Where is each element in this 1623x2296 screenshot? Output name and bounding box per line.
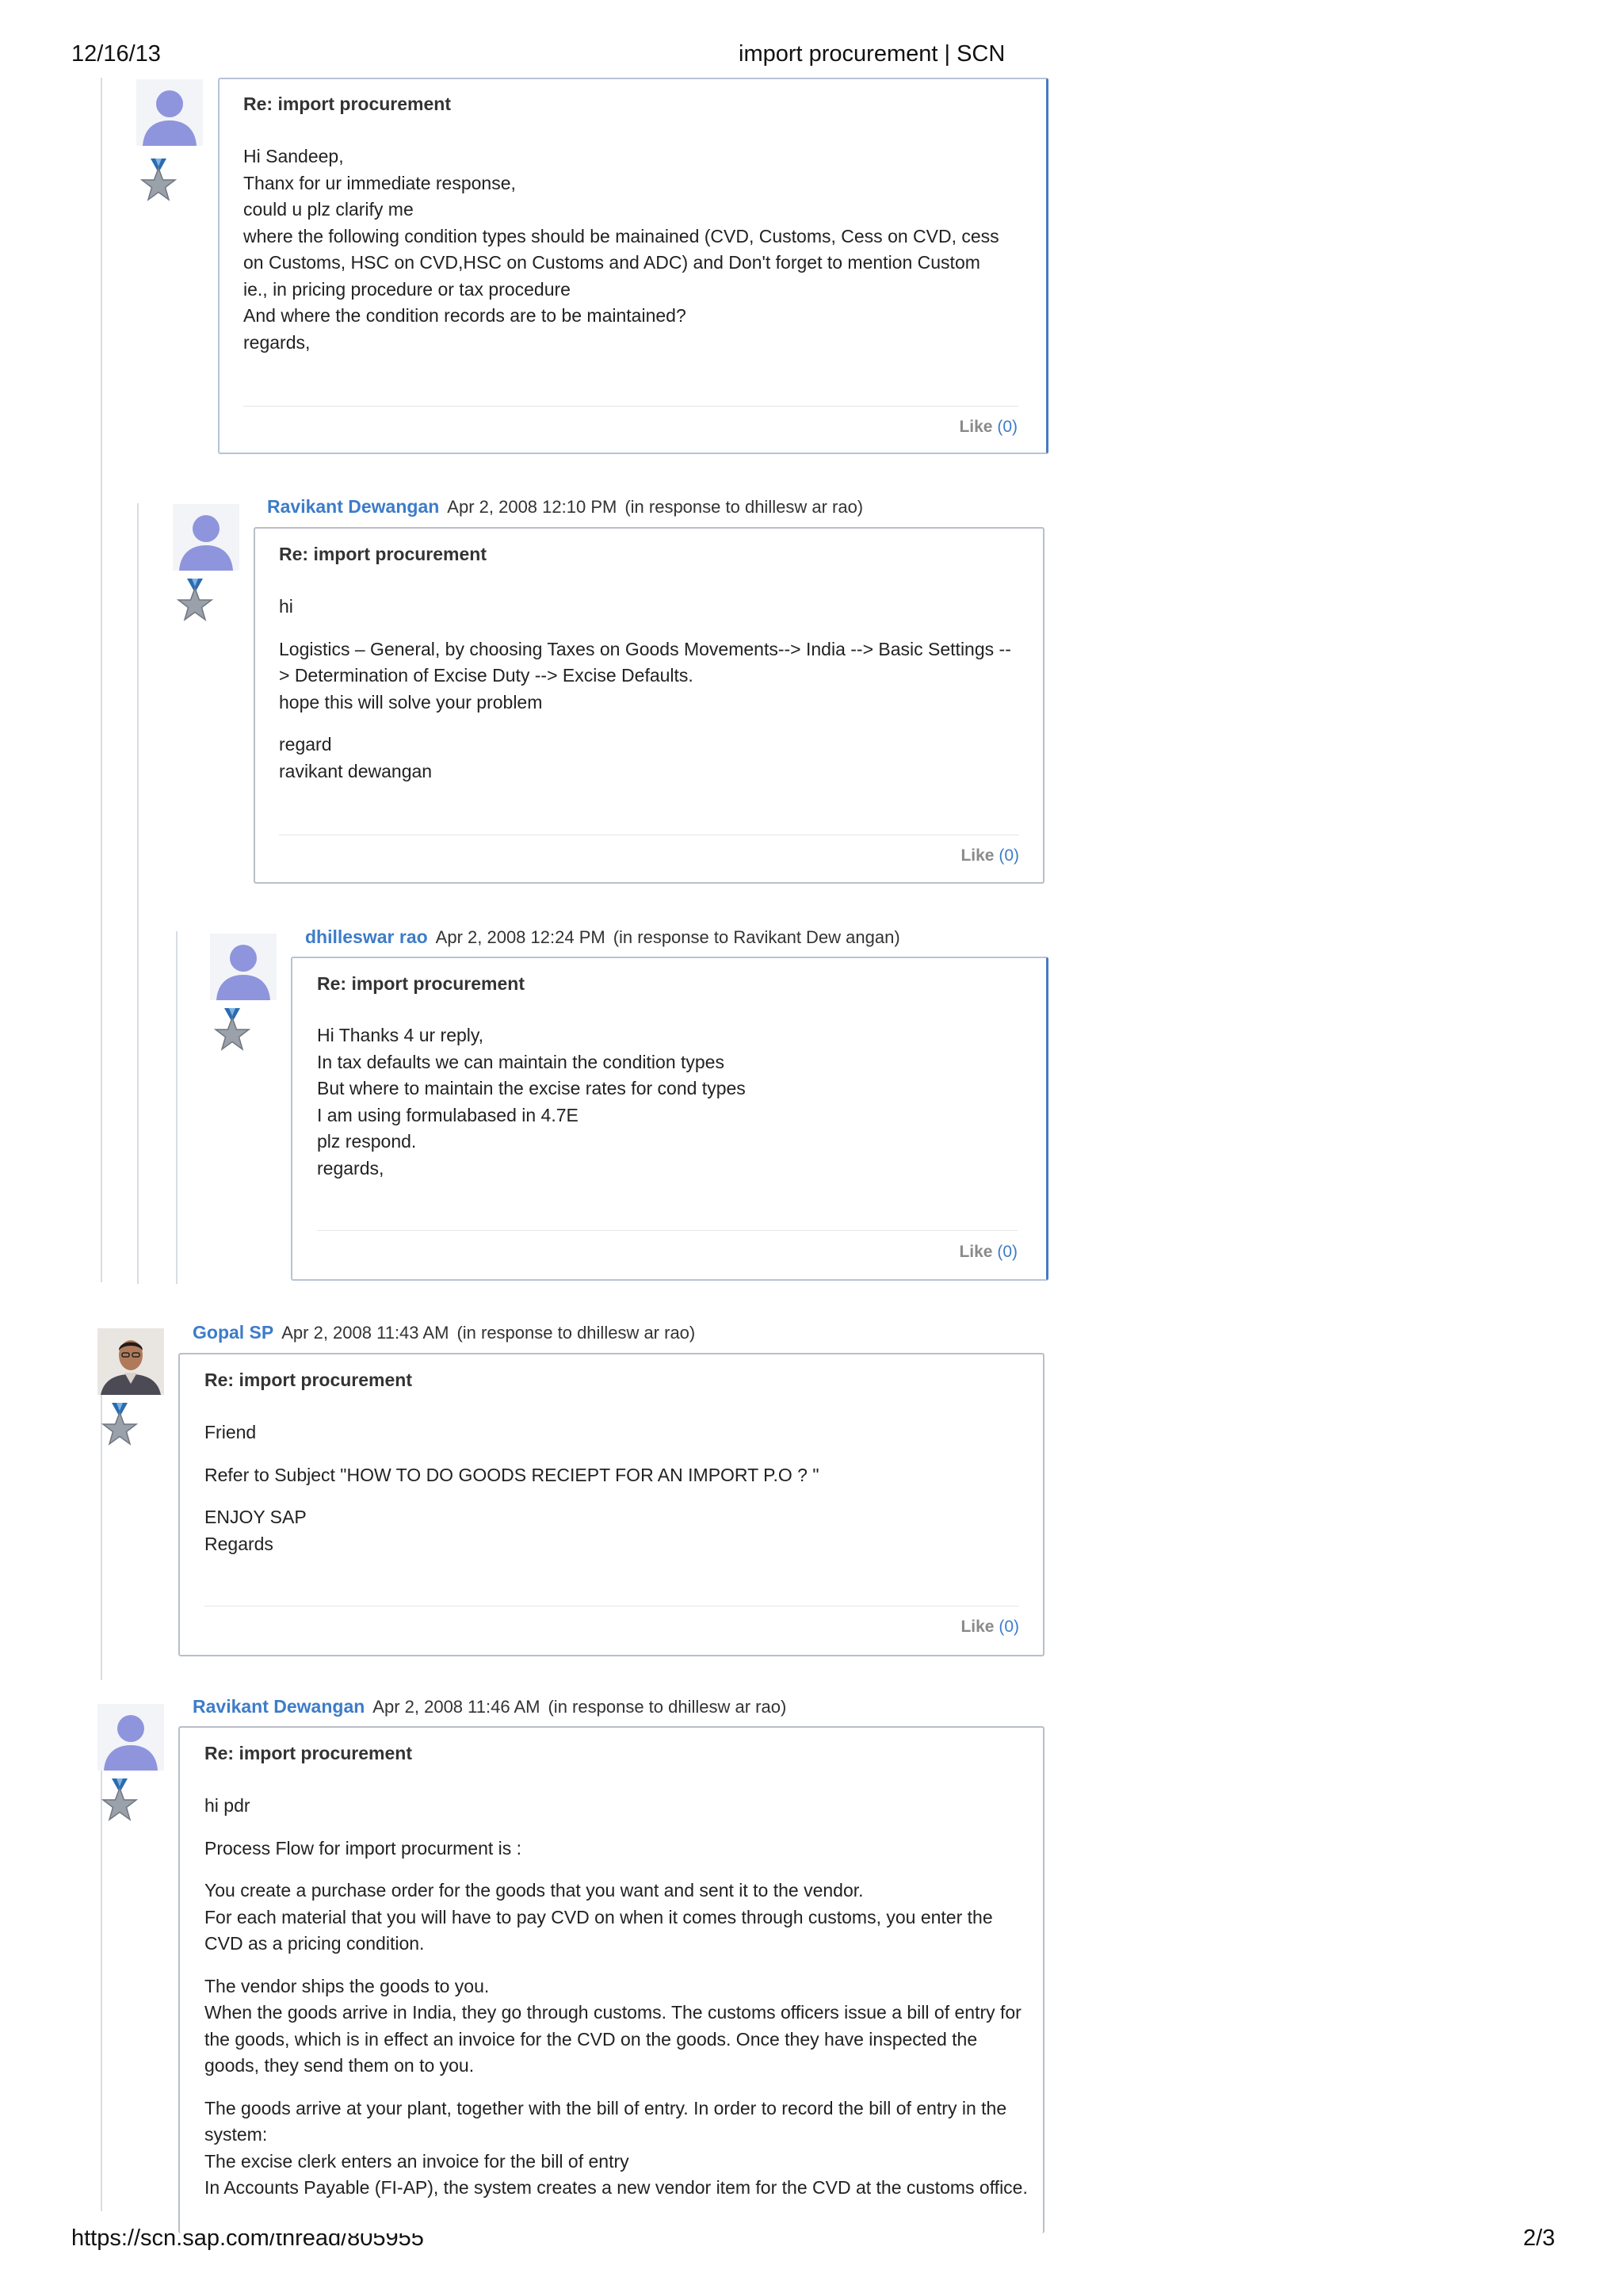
like-count[interactable]: (0) — [999, 846, 1019, 865]
post-body: Hi Sandeep, Thanx for ur immediate respon… — [243, 143, 999, 372]
body-line: Process Flow for import procurment is : — [204, 1837, 522, 1859]
post-subject: Re: import procurement — [279, 544, 487, 564]
author-link[interactable]: Gopal SP — [193, 1322, 273, 1343]
thread-line — [101, 78, 102, 1282]
in-response-to[interactable]: (in response to dhillesw ar rao) — [624, 497, 863, 517]
in-response-to[interactable]: (in response to dhillesw ar rao) — [548, 1697, 786, 1717]
post-meta: Ravikant Dewangan Apr 2, 2008 11:46 AM (in… — [193, 1696, 786, 1717]
like-count[interactable]: (0) — [997, 1243, 1018, 1261]
post-body: Friend Refer to Subject "HOW TO DO GOODS… — [204, 1419, 819, 1573]
body-line: the goods, which is in effect an invoice… — [204, 2028, 978, 2050]
body-line: Regards — [204, 1533, 273, 1554]
in-response-to[interactable]: (in response to dhillesw ar rao) — [456, 1323, 695, 1343]
body-line: You create a purchase order for the good… — [204, 1880, 864, 1901]
user-avatar-photo[interactable] — [97, 1328, 164, 1395]
like-button[interactable]: Like (0) — [960, 846, 1019, 865]
post-date: Apr 2, 2008 12:10 PM — [447, 497, 617, 517]
post-subject: Re: import procurement — [204, 1370, 412, 1390]
body-line: plz respond. — [317, 1131, 417, 1152]
post-subject: Re: import procurement — [243, 94, 451, 114]
body-line: When the goods arrive in India, they go … — [204, 2002, 1022, 2023]
author-link[interactable]: Ravikant Dewangan — [193, 1696, 365, 1717]
body-line: And where the condition records are to b… — [243, 305, 686, 326]
body-line: system: — [204, 2124, 268, 2145]
like-label: Like — [959, 418, 993, 436]
body-line: Hi Thanks 4 ur reply, — [317, 1025, 484, 1045]
body-line: I am using formulabased in 4.7E — [317, 1104, 579, 1125]
post-date: Apr 2, 2008 11:46 AM — [372, 1697, 540, 1717]
body-line: Logistics – General, by choosing Taxes o… — [279, 638, 1011, 659]
post-subject: Re: import procurement — [204, 1743, 412, 1763]
thread-line — [137, 503, 139, 1284]
user-avatar[interactable] — [97, 1704, 164, 1771]
in-response-to[interactable]: (in response to Ravikant Dew angan) — [613, 927, 900, 947]
status-medal-icon — [136, 157, 181, 201]
like-count[interactable]: (0) — [999, 1618, 1019, 1636]
thread-line — [176, 931, 178, 1284]
status-medal-icon — [210, 1007, 254, 1051]
body-line: Friend — [204, 1422, 257, 1442]
body-line: In Accounts Payable (FI-AP), the system … — [204, 2177, 1028, 2198]
body-line: on Customs, HSC on CVD,HSC on Customs an… — [243, 252, 980, 273]
post-meta: Ravikant Dewangan Apr 2, 2008 12:10 PM (in… — [267, 496, 863, 518]
body-line: where the following condition types shou… — [243, 225, 999, 246]
like-button[interactable]: Like (0) — [960, 1618, 1019, 1637]
body-line: Thanx for ur immediate response, — [243, 172, 516, 193]
page-title: import procurement | SCN — [739, 41, 1006, 67]
post-body: hi pdr Process Flow for import procurmen… — [204, 1793, 1028, 2218]
body-line: regards, — [317, 1157, 384, 1179]
user-avatar[interactable] — [173, 504, 239, 571]
post-meta: dhilleswar rao Apr 2, 2008 12:24 PM (in re… — [305, 926, 900, 948]
body-line: goods, they send them on to you. — [204, 2055, 475, 2076]
body-line: The goods arrive at your plant, together… — [204, 2097, 1007, 2118]
body-line: could u plz clarify me — [243, 199, 414, 220]
status-medal-icon — [97, 1401, 142, 1446]
page-number: 2/3 — [1523, 2225, 1556, 2251]
body-line: > Determination of Excise Duty --> Excis… — [279, 665, 693, 686]
post-date: Apr 2, 2008 11:43 AM — [281, 1323, 449, 1343]
body-line: hi pdr — [204, 1795, 250, 1816]
like-label: Like — [960, 1618, 995, 1636]
body-line: In tax defaults we can maintain the cond… — [317, 1051, 724, 1072]
divider — [317, 1230, 1018, 1231]
user-avatar[interactable] — [210, 934, 277, 1000]
status-medal-icon — [97, 1777, 142, 1821]
body-line: CVD as a pricing condition. — [204, 1933, 425, 1954]
body-line: The vendor ships the goods to you. — [204, 1975, 490, 1996]
print-date: 12/16/13 — [71, 41, 161, 67]
body-line: hi — [279, 596, 293, 617]
post-body: hi Logistics – General, by choosing Taxe… — [279, 594, 1011, 800]
body-line: regards, — [243, 331, 311, 353]
body-line: hope this will solve your problem — [279, 691, 543, 712]
post-date: Apr 2, 2008 12:24 PM — [435, 927, 605, 947]
like-button[interactable]: Like (0) — [959, 1243, 1018, 1262]
like-count[interactable]: (0) — [997, 418, 1018, 436]
divider — [243, 406, 1018, 407]
thread-line — [101, 1347, 102, 1680]
body-line: Hi Sandeep, — [243, 146, 344, 166]
post-subject: Re: import procurement — [317, 973, 525, 994]
body-line: ravikant dewangan — [279, 760, 433, 781]
author-link[interactable]: dhilleswar rao — [305, 926, 428, 947]
post-meta: Gopal SP Apr 2, 2008 11:43 AM (in response… — [193, 1322, 695, 1343]
like-label: Like — [959, 1243, 993, 1261]
body-line: For each material that you will have to … — [204, 1906, 993, 1927]
user-avatar[interactable] — [136, 79, 203, 146]
like-button[interactable]: Like (0) — [959, 418, 1018, 437]
body-line: ENJOY SAP — [204, 1507, 307, 1527]
body-line: Refer to Subject "HOW TO DO GOODS RECIEP… — [204, 1464, 819, 1485]
body-line: regard — [279, 734, 332, 755]
post-body: Hi Thanks 4 ur reply, In tax defaults we … — [317, 1022, 746, 1198]
body-line: But where to maintain the excise rates f… — [317, 1078, 746, 1098]
like-label: Like — [960, 846, 995, 865]
status-medal-icon — [173, 577, 217, 621]
author-link[interactable]: Ravikant Dewangan — [267, 496, 439, 517]
body-line: The excise clerk enters an invoice for t… — [204, 2150, 629, 2172]
body-line: ie., in pricing procedure or tax procedu… — [243, 278, 571, 300]
